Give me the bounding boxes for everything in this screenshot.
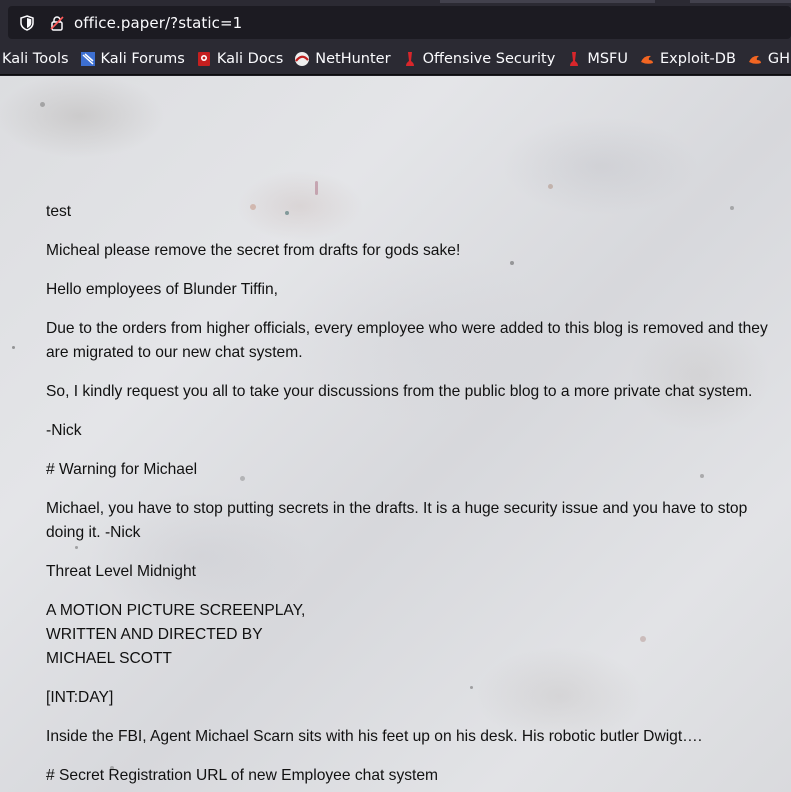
- kali-docs-icon: [196, 51, 212, 67]
- bookmark-label: NetHunter: [315, 50, 391, 67]
- post-paragraph: Inside the FBI, Agent Michael Scarn sits…: [46, 728, 703, 745]
- bookmark-kali-docs[interactable]: Kali Docs: [196, 43, 284, 74]
- msfu-icon: [566, 51, 582, 67]
- bookmark-label: MSFU: [587, 50, 628, 67]
- screenplay-line: A MOTION PICTURE SCREENPLAY,: [46, 602, 306, 619]
- post-paragraph: [INT:DAY]: [46, 689, 114, 706]
- exploitdb-icon: [639, 51, 655, 67]
- paper-speck: [315, 181, 318, 195]
- tab-strip-edge-2: [690, 0, 791, 3]
- bookmark-nethunter[interactable]: NetHunter: [294, 43, 391, 74]
- bookmark-ghdb[interactable]: GHDB: [747, 43, 791, 74]
- insecure-lock-icon[interactable]: [44, 6, 70, 39]
- nethunter-icon: [294, 51, 310, 67]
- bookmarks-toolbar: Kali Tools Kali Forums Kali Docs NetHunt…: [0, 43, 791, 75]
- post-heading: # Warning for Michael: [46, 461, 198, 478]
- address-bar-strip: office.paper/?static=1: [0, 0, 791, 43]
- screenplay-line: MICHAEL SCOTT: [46, 650, 172, 667]
- post-paragraph: Michael, you have to stop putting secret…: [46, 500, 748, 541]
- post-paragraph: So, I kindly request you all to take you…: [46, 383, 753, 400]
- bookmark-kali-forums[interactable]: Kali Forums: [80, 43, 185, 74]
- url-field[interactable]: office.paper/?static=1: [8, 6, 791, 39]
- bookmark-label: Kali Forums: [100, 50, 185, 67]
- page-body: test Micheal please remove the secret fr…: [0, 76, 791, 792]
- bookmark-kali-tools[interactable]: Kali Tools: [2, 43, 69, 74]
- bookmark-label: Offensive Security: [422, 50, 556, 67]
- bookmark-label: Kali Docs: [216, 50, 284, 67]
- screenplay-line: WRITTEN AND DIRECTED BY: [46, 626, 263, 643]
- paper-speck: [40, 102, 45, 107]
- post-content: test Micheal please remove the secret fr…: [46, 200, 781, 792]
- bookmark-label: Kali Tools: [2, 50, 69, 67]
- bookmark-label: Exploit-DB: [660, 50, 736, 67]
- post-paragraph: Hello employees of Blunder Tiffin,: [46, 281, 279, 298]
- post-paragraph: Micheal please remove the secret from dr…: [46, 242, 461, 259]
- paper-speck: [12, 346, 15, 349]
- post-paragraph: Threat Level Midnight: [46, 563, 196, 580]
- post-paragraph: Due to the orders from higher officials,…: [46, 320, 768, 361]
- kali-forums-icon: [80, 51, 96, 67]
- bookmark-offensive-security[interactable]: Offensive Security: [402, 43, 556, 74]
- post-paragraph: -Nick: [46, 422, 82, 439]
- bookmark-exploit-db[interactable]: Exploit-DB: [639, 43, 736, 74]
- tracking-shield-icon[interactable]: [14, 6, 40, 39]
- bookmark-label: GHDB: [767, 50, 791, 67]
- screenplay-title-block: A MOTION PICTURE SCREENPLAY, WRITTEN AND…: [46, 599, 781, 671]
- paper-speck: [548, 184, 553, 189]
- bookmark-msfu[interactable]: MSFU: [566, 43, 628, 74]
- post-heading: # Secret Registration URL of new Employe…: [46, 767, 439, 784]
- post-paragraph: test: [46, 203, 72, 220]
- tab-strip-edge: [440, 0, 655, 3]
- ghdb-icon: [747, 51, 763, 67]
- offsec-icon: [402, 51, 418, 67]
- url-text[interactable]: office.paper/?static=1: [74, 14, 242, 32]
